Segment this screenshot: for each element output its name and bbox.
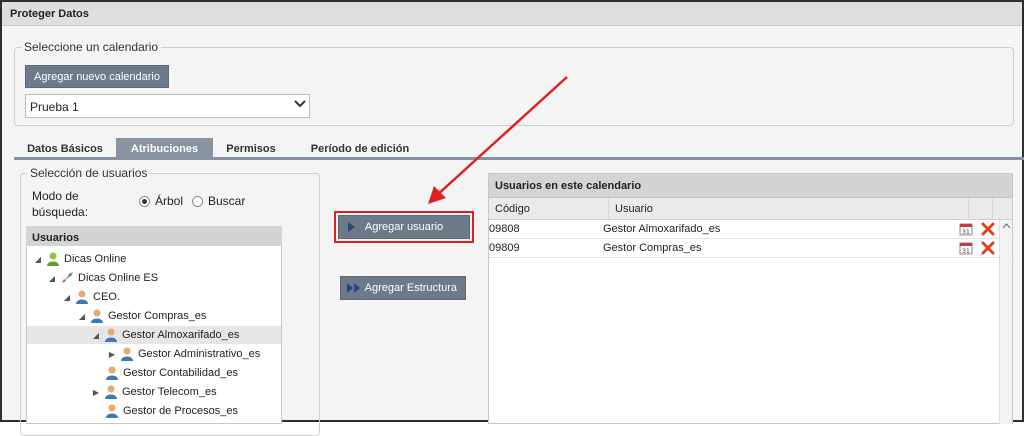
- chevron-down-icon[interactable]: [293, 97, 307, 111]
- radio-tree-indicator[interactable]: [139, 195, 150, 207]
- row-code: 09809: [489, 242, 520, 254]
- svg-text:31: 31: [962, 229, 970, 236]
- scroll-up-icon[interactable]: [1002, 223, 1011, 229]
- add-structure-button[interactable]: Agregar Estructura: [340, 276, 466, 300]
- add-user-button[interactable]: Agregar usuario: [338, 215, 470, 239]
- double-arrow-right-icon: [346, 282, 362, 297]
- calendar-select[interactable]: Prueba 1: [25, 94, 310, 118]
- user-icon: [106, 404, 118, 418]
- tab-datos-basicos[interactable]: Datos Básicos: [14, 138, 116, 160]
- calendar-users-header: Usuarios en este calendario: [489, 174, 1012, 198]
- add-calendar-button[interactable]: Agregar nuevo calendario: [25, 65, 169, 88]
- user-icon: [76, 290, 88, 304]
- delete-icon[interactable]: [981, 241, 995, 255]
- collapsed-triangle-icon[interactable]: ▶: [91, 388, 101, 397]
- row-user: Gestor Compras_es: [603, 242, 702, 254]
- user-icon: [105, 328, 117, 342]
- column-header-code[interactable]: Código: [489, 198, 609, 220]
- window-title: Proteger Datos: [2, 2, 1022, 26]
- tree-node[interactable]: ◢ Gestor Compras_es: [77, 307, 206, 325]
- column-header-action: [993, 198, 1012, 220]
- user-selection-legend: Selección de usuarios: [30, 166, 148, 180]
- tree-node[interactable]: ◢ Dicas Online: [33, 250, 126, 268]
- search-mode-label: Modo de búsqueda:: [32, 189, 89, 219]
- tab-permisos[interactable]: Permisos: [213, 138, 289, 160]
- expanded-triangle-icon[interactable]: ◢: [91, 331, 101, 340]
- expanded-triangle-icon[interactable]: ◢: [62, 293, 72, 302]
- tree-node[interactable]: Gestor de Procesos_es: [102, 402, 238, 420]
- tab-periodo-edicion[interactable]: Período de edición: [289, 138, 431, 160]
- tree-node[interactable]: Gestor Contabilidad_es: [102, 364, 238, 382]
- row-code: 09808: [489, 223, 520, 235]
- user-icon: [106, 366, 118, 380]
- users-tree[interactable]: ◢ Dicas Online ◢ Dicas Online ES ◢ CEO. …: [26, 246, 282, 424]
- collapsed-triangle-icon[interactable]: ▶: [107, 350, 117, 359]
- column-header-action: [969, 198, 993, 220]
- radio-search-indicator[interactable]: [192, 195, 203, 207]
- radio-tree[interactable]: Árbol: [139, 194, 183, 208]
- user-icon: [91, 309, 103, 323]
- radio-search[interactable]: Buscar: [192, 194, 245, 208]
- tree-node[interactable]: ◢ CEO.: [62, 288, 120, 306]
- calendar-users-grid: Usuarios en este calendario Código Usuar…: [488, 173, 1014, 424]
- row-user: Gestor Almoxarifado_es: [603, 223, 721, 235]
- user-icon: [121, 347, 133, 361]
- arrow-right-icon: [347, 221, 357, 236]
- calendar-icon[interactable]: 31: [959, 222, 973, 236]
- tree-node-selected[interactable]: ◢ Gestor Almoxarifado_es: [27, 326, 281, 344]
- calendar-select-value: Prueba 1: [30, 100, 79, 114]
- delete-icon[interactable]: [981, 222, 995, 236]
- expanded-triangle-icon[interactable]: ◢: [47, 274, 57, 283]
- rocket-icon: [62, 272, 73, 283]
- calendar-group-legend: Seleccione un calendario: [24, 40, 159, 54]
- group-icon: [47, 252, 59, 266]
- column-header-user[interactable]: Usuario: [609, 198, 969, 220]
- tree-node[interactable]: ◢ Dicas Online ES: [47, 269, 158, 287]
- expanded-triangle-icon[interactable]: ◢: [33, 255, 43, 264]
- calendar-icon[interactable]: 31: [959, 241, 973, 255]
- tab-atribuciones[interactable]: Atribuciones: [116, 138, 213, 160]
- tree-node[interactable]: ▶ Gestor Administrativo_es: [107, 345, 260, 363]
- users-tree-header: Usuarios: [26, 226, 282, 248]
- grid-scrollbar[interactable]: [999, 220, 1012, 424]
- expanded-triangle-icon[interactable]: ◢: [77, 312, 87, 321]
- table-row[interactable]: 09808 Gestor Almoxarifado_es 31: [489, 220, 1014, 239]
- tree-node[interactable]: ▶ Gestor Telecom_es: [91, 383, 217, 401]
- user-icon: [105, 385, 117, 399]
- table-row[interactable]: 09809 Gestor Compras_es 31: [489, 239, 1014, 258]
- protect-data-window: Proteger Datos Seleccione un calendario …: [0, 0, 1024, 436]
- svg-text:31: 31: [962, 248, 970, 255]
